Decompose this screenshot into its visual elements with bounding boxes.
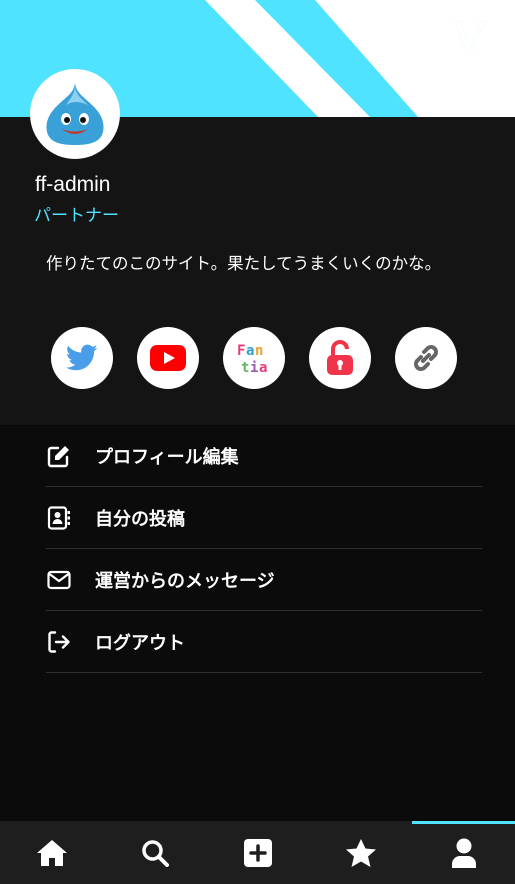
svg-text:i: i [250, 360, 258, 376]
unlock-icon [327, 340, 353, 375]
menu-item-my-posts[interactable]: 自分の投稿 [46, 487, 482, 549]
menu-item-logout[interactable]: ログアウト [46, 611, 482, 673]
home-icon [36, 839, 67, 866]
fantia-logo-icon: F a n t i a [237, 343, 267, 376]
menu-item-edit-profile[interactable]: プロフィール編集 [46, 425, 482, 487]
avatar [30, 69, 120, 159]
slime-avatar-image [46, 83, 104, 145]
username: ff-admin [35, 173, 111, 196]
youtube-link-button[interactable] [137, 327, 199, 389]
twitter-bird-icon [66, 344, 98, 371]
tab-favorites[interactable] [309, 821, 412, 884]
site-logo: V [453, 14, 485, 65]
svg-text:t: t [241, 360, 249, 376]
tab-new-post[interactable] [206, 821, 309, 884]
external-link-button[interactable] [395, 327, 457, 389]
menu-item-label: ログアウト [95, 632, 185, 654]
menu-item-label: プロフィール編集 [95, 446, 239, 468]
tab-profile[interactable] [412, 821, 515, 884]
svg-text:a: a [259, 360, 267, 376]
fantia-link-button[interactable]: F a n t i a [223, 327, 285, 389]
user-role: パートナー [34, 206, 119, 226]
unlock-link-button[interactable] [309, 327, 371, 389]
chain-link-icon [414, 345, 438, 371]
youtube-play-icon [150, 345, 186, 371]
envelope-icon [46, 567, 72, 593]
svg-text:F: F [237, 343, 245, 359]
edit-icon [46, 443, 72, 469]
bottom-tab-bar [0, 821, 515, 884]
logout-icon [46, 629, 72, 655]
plus-square-icon [243, 838, 272, 867]
social-links: F a n t i a [51, 327, 457, 389]
star-icon [345, 838, 376, 867]
menu-item-label: 自分の投稿 [95, 508, 185, 530]
twitter-link-button[interactable] [51, 327, 113, 389]
menu-item-admin-messages[interactable]: 運営からのメッセージ [46, 549, 482, 611]
profile-bio: 作りたてのこのサイト。果たしてうまくいくのかな。 [46, 254, 442, 273]
contact-book-icon [46, 505, 72, 531]
svg-text:a: a [246, 343, 254, 359]
menu-item-label: 運営からのメッセージ [95, 570, 275, 592]
search-icon [141, 839, 169, 867]
profile-menu: プロフィール編集 自分の投稿 運営からのメッセージ ログアウト [46, 425, 482, 673]
user-icon [451, 838, 476, 868]
svg-text:n: n [255, 343, 263, 359]
tab-search[interactable] [103, 821, 206, 884]
tab-home[interactable] [0, 821, 103, 884]
